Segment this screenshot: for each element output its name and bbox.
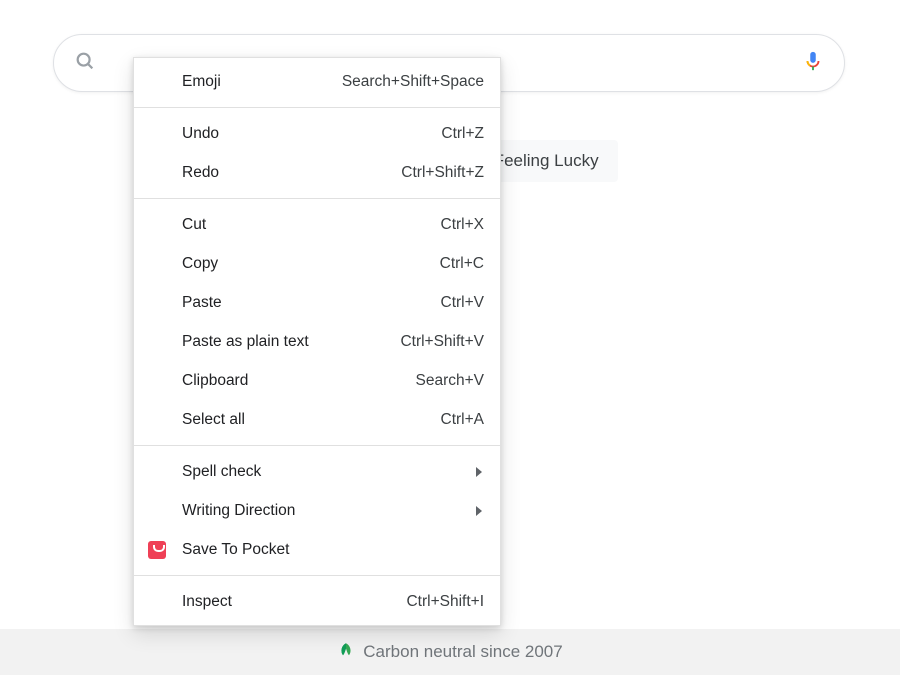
footer: Carbon neutral since 2007 <box>0 629 900 675</box>
menu-item-label: Copy <box>182 255 218 273</box>
menu-item-label: Paste as plain text <box>182 333 309 351</box>
menu-separator <box>134 445 500 446</box>
search-icon <box>74 50 96 77</box>
footer-carbon-text: Carbon neutral since 2007 <box>363 642 562 662</box>
microphone-icon[interactable] <box>802 47 824 80</box>
menu-item-cut[interactable]: Cut Ctrl+X <box>134 205 500 244</box>
menu-item-label: Writing Direction <box>182 502 295 520</box>
menu-item-paste[interactable]: Paste Ctrl+V <box>134 283 500 322</box>
menu-separator <box>134 107 500 108</box>
menu-item-label: Emoji <box>182 73 221 91</box>
menu-item-save-to-pocket[interactable]: Save To Pocket <box>134 530 500 569</box>
menu-item-label: Save To Pocket <box>182 541 289 559</box>
menu-item-shortcut: Search+Shift+Space <box>342 73 484 91</box>
menu-item-label: Undo <box>182 125 219 143</box>
menu-item-shortcut: Ctrl+Z <box>441 125 484 143</box>
menu-item-shortcut: Ctrl+C <box>440 255 484 273</box>
context-menu: Emoji Search+Shift+Space Undo Ctrl+Z Red… <box>133 57 501 626</box>
menu-item-writing-direction[interactable]: Writing Direction <box>134 491 500 530</box>
menu-item-redo[interactable]: Redo Ctrl+Shift+Z <box>134 153 500 192</box>
menu-separator <box>134 198 500 199</box>
pocket-icon <box>148 541 166 559</box>
menu-item-shortcut: Ctrl+Shift+I <box>406 593 484 611</box>
menu-item-shortcut: Ctrl+V <box>441 294 485 312</box>
menu-item-label: Clipboard <box>182 372 248 390</box>
menu-item-paste-as-plain-text[interactable]: Paste as plain text Ctrl+Shift+V <box>134 322 500 361</box>
menu-item-label: Inspect <box>182 593 232 611</box>
menu-item-label: Redo <box>182 164 219 182</box>
menu-item-label: Paste <box>182 294 222 312</box>
submenu-arrow-icon <box>476 506 482 516</box>
menu-item-clipboard[interactable]: Clipboard Search+V <box>134 361 500 400</box>
menu-separator <box>134 575 500 576</box>
menu-item-shortcut: Ctrl+Shift+Z <box>401 164 484 182</box>
menu-item-shortcut: Search+V <box>415 372 484 390</box>
menu-item-select-all[interactable]: Select all Ctrl+A <box>134 400 500 439</box>
menu-item-undo[interactable]: Undo Ctrl+Z <box>134 114 500 153</box>
submenu-arrow-icon <box>476 467 482 477</box>
menu-item-copy[interactable]: Copy Ctrl+C <box>134 244 500 283</box>
leaf-icon <box>337 641 355 664</box>
menu-item-shortcut: Ctrl+X <box>441 216 485 234</box>
menu-item-label: Select all <box>182 411 245 429</box>
menu-item-shortcut: Ctrl+A <box>441 411 485 429</box>
menu-item-label: Spell check <box>182 463 261 481</box>
menu-item-inspect[interactable]: Inspect Ctrl+Shift+I <box>134 582 500 621</box>
menu-item-shortcut: Ctrl+Shift+V <box>400 333 484 351</box>
menu-item-spell-check[interactable]: Spell check <box>134 452 500 491</box>
menu-item-label: Cut <box>182 216 206 234</box>
menu-item-emoji[interactable]: Emoji Search+Shift+Space <box>134 62 500 101</box>
